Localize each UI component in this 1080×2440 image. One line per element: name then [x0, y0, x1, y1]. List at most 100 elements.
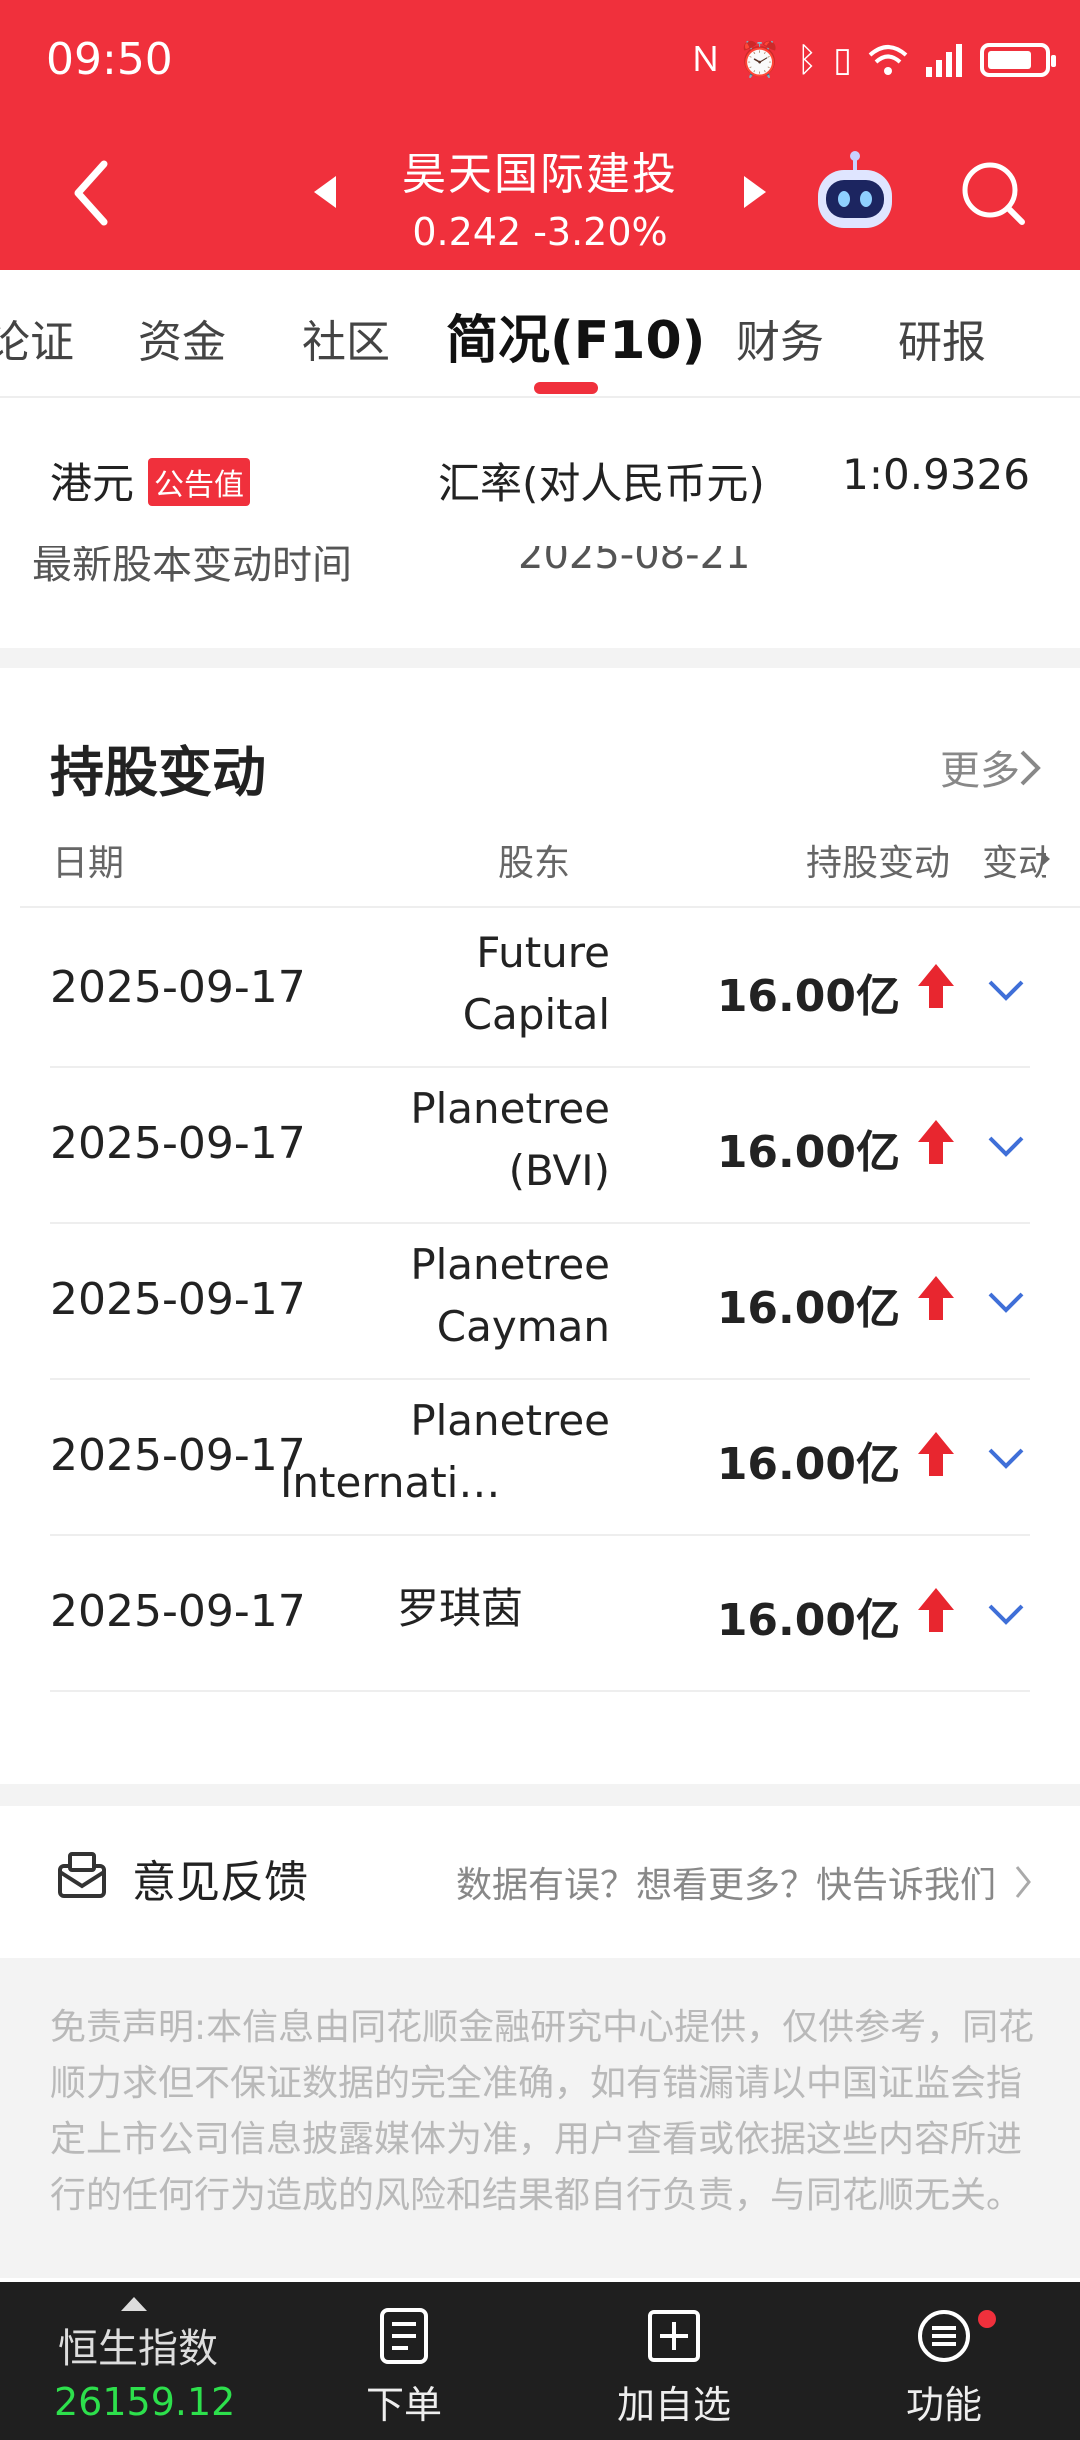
feedback-icon[interactable]: [56, 1850, 108, 1902]
status-time: 09:50: [46, 34, 173, 85]
tab-finance[interactable]: 财务: [736, 306, 824, 370]
holder-line: Internati…: [280, 1458, 501, 1507]
holder-line: Future: [476, 928, 610, 977]
row-holder: Planetree Cayman: [300, 1234, 610, 1358]
holder-line: Capital: [462, 990, 610, 1039]
exchange-rate-value: 1:0.9326: [842, 450, 1030, 499]
row-holder: Planetree Internati…: [280, 1390, 610, 1514]
notification-dot: [978, 2310, 996, 2328]
section-divider: [0, 1784, 1080, 1806]
nav-functions[interactable]: 功能: [844, 2306, 1044, 2429]
table-row[interactable]: 2025-09-17 Planetree (BVI) 16.00亿: [50, 1066, 1030, 1224]
row-date: 2025-09-17: [50, 1274, 306, 1325]
chevron-right-icon[interactable]: [1018, 748, 1042, 788]
arrow-up-icon: [918, 1432, 954, 1476]
share-change-time-label: 最新股本变动时间: [32, 546, 352, 582]
currency-label: 港元: [50, 459, 135, 508]
holder-line: Planetree: [410, 1084, 610, 1133]
next-stock-icon[interactable]: [740, 172, 770, 212]
row-date: 2025-09-17: [50, 1430, 306, 1481]
arrow-up-icon: [918, 964, 954, 1008]
search-icon[interactable]: [958, 158, 1028, 228]
column-change: 持股变动: [806, 843, 951, 884]
chevron-down-icon[interactable]: [986, 1444, 1026, 1472]
table-header-divider: [20, 906, 1080, 908]
table-row[interactable]: 2025-09-17 Planetree Internati… 16.00亿: [50, 1378, 1030, 1536]
row-holder: 罗琪茵: [300, 1578, 620, 1640]
holder-line: Planetree: [410, 1240, 610, 1289]
nav-order[interactable]: 下单: [304, 2306, 504, 2429]
index-value: 26159.12: [54, 2380, 236, 2424]
battery-icon: [980, 43, 1056, 77]
feedback-title[interactable]: 意见反馈: [132, 1846, 308, 1910]
row-change: 16.00亿: [716, 1127, 900, 1178]
active-tab-indicator: [534, 382, 598, 394]
column-date: 日期: [52, 843, 125, 884]
row-change: 16.00亿: [716, 971, 900, 1022]
table-row[interactable]: 2025-09-17 Future Capital 16.00亿: [50, 910, 1030, 1068]
column-holder: 股东: [498, 843, 571, 884]
chevron-right-icon[interactable]: [1014, 1864, 1032, 1900]
order-icon: [380, 2308, 428, 2364]
wifi-icon: [868, 45, 908, 75]
caret-up-icon[interactable]: [120, 2296, 148, 2312]
chevron-down-icon[interactable]: [986, 1600, 1026, 1628]
index-name[interactable]: 恒生指数: [58, 2316, 218, 2374]
row-date: 2025-09-17: [50, 1118, 306, 1169]
table-row[interactable]: 2025-09-17 罗琪茵 16.00亿: [50, 1534, 1030, 1692]
top-header: 09:50 Ｎ ⏰ ᛒ ▯ 昊天国际建投 0.242 -3.20%: [0, 0, 1080, 270]
menu-icon: [918, 2310, 970, 2362]
stock-name: 昊天国际建投: [402, 149, 678, 200]
table-row[interactable]: 2025-09-17 Planetree Cayman 16.00亿: [50, 1222, 1030, 1380]
chevron-down-icon[interactable]: [986, 1288, 1026, 1316]
feedback-hint[interactable]: 数据有误？想看更多？快告诉我们: [456, 1856, 996, 1908]
column-change-type[interactable]: 变动: [982, 834, 1046, 886]
disclaimer-text: 免责声明:本信息由同花顺金融研究中心提供，仅供参考，同花顺力求但不保证数据的完全…: [50, 2007, 1035, 2216]
arrow-up-icon: [918, 1588, 954, 1632]
chevron-down-icon[interactable]: [986, 1132, 1026, 1160]
arrow-up-icon: [918, 1120, 954, 1164]
row-date: 2025-09-17: [50, 962, 306, 1013]
tab-research[interactable]: 研报: [898, 306, 986, 370]
holder-line: (BVI): [508, 1146, 610, 1195]
holder-line: 罗琪茵: [396, 1584, 523, 1633]
row-change: 16.00亿: [716, 1439, 900, 1490]
exchange-rate-label: 汇率(对人民币元): [438, 459, 765, 508]
row-change: 16.00亿: [716, 1283, 900, 1334]
holder-line: Planetree: [410, 1396, 610, 1445]
clipped-row: 最新股本变动时间 2025-08-21: [0, 546, 1080, 582]
chevron-down-icon[interactable]: [986, 976, 1026, 1004]
currency-section: 港元 公告值 汇率(对人民币元) 1:0.9326 最新股本变动时间 2025-…: [0, 398, 1080, 648]
more-link[interactable]: 更多: [940, 738, 1020, 796]
nav-label: 加自选: [616, 2383, 731, 2427]
bottom-nav: 恒生指数 26159.12 下单 加自选 功能: [0, 2282, 1080, 2440]
nav-add-watchlist[interactable]: 加自选: [574, 2306, 774, 2429]
alarm-icon: ⏰: [738, 40, 781, 80]
nav-label: 下单: [365, 2383, 442, 2427]
tab-community[interactable]: 社区: [302, 306, 390, 370]
arrow-up-icon: [918, 1276, 954, 1320]
holder-line: Cayman: [436, 1302, 610, 1351]
section-divider: [0, 648, 1080, 668]
tab-bar: 论证 资金 社区 简况(F10) 财务 研报: [0, 270, 1080, 398]
row-date: 2025-09-17: [50, 1586, 306, 1637]
tab-f10-overview[interactable]: 简况(F10): [446, 298, 705, 373]
announcement-badge: 公告值: [148, 458, 250, 506]
vibrate-icon: ▯: [833, 40, 852, 80]
tab-lunzheng[interactable]: 论证: [0, 306, 74, 370]
bluetooth-icon: ᛒ: [796, 40, 818, 80]
nfc-icon: Ｎ: [688, 40, 723, 80]
tab-funds[interactable]: 资金: [138, 306, 226, 370]
row-change: 16.00亿: [716, 1595, 900, 1646]
row-holder: Planetree (BVI): [300, 1078, 610, 1202]
share-change-time-value: 2025-08-21: [518, 546, 751, 578]
scroll-right-icon[interactable]: [1040, 850, 1052, 868]
holdings-title: 持股变动: [50, 741, 266, 804]
signal-icon: [926, 44, 962, 77]
robot-assistant-icon[interactable]: [810, 150, 900, 240]
row-holder: Future Capital: [300, 922, 610, 1046]
nav-label: 功能: [905, 2383, 982, 2427]
status-icons: Ｎ ⏰ ᛒ ▯: [688, 36, 1056, 84]
add-watchlist-icon: [648, 2310, 700, 2362]
stock-quote: 0.242 -3.20%: [412, 210, 668, 254]
